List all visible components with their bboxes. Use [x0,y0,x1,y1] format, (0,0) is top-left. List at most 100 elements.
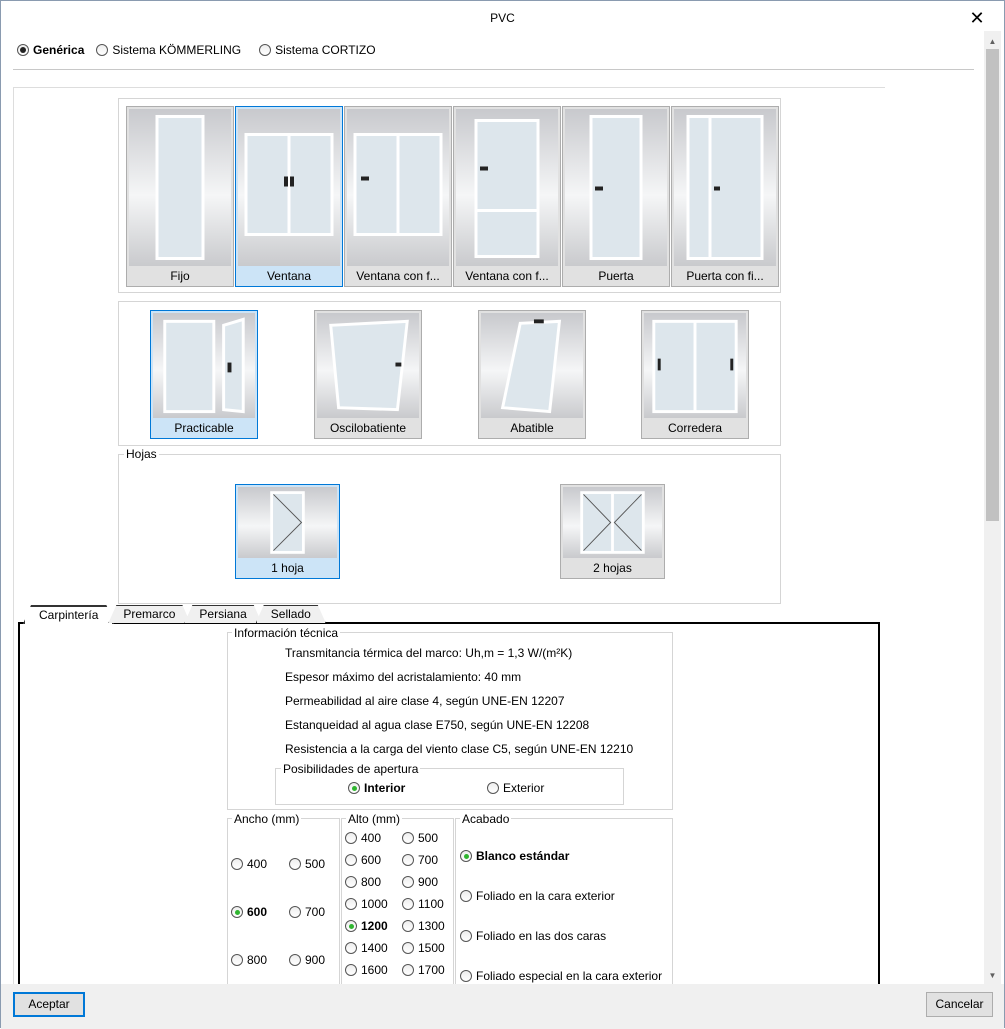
acabado-option[interactable]: Foliado en las dos caras [460,929,606,943]
alto-option[interactable]: 700 [402,853,438,867]
alto-option[interactable]: 1000 [345,897,388,911]
opening-tile[interactable]: Oscilobatiente [314,310,422,439]
option-label: 400 [361,831,382,845]
leaves-tile[interactable]: 2 hojas [560,484,665,579]
acabado-option[interactable]: Foliado especial en la cara exterior [460,969,662,983]
scroll-down-icon[interactable]: ▼ [984,967,1001,984]
leaves-tile[interactable]: 1 hoja [235,484,340,579]
radio-icon [460,930,472,942]
option-label: Sistema KÖMMERLING [112,43,242,57]
option-label: 800 [361,875,382,889]
tech-line: Permeabilidad al aire clase 4, según UNE… [285,694,565,708]
tile-label: Ventana [266,269,312,283]
scroll-thumb[interactable] [986,49,999,521]
option-label: Genérica [33,43,85,57]
tech-line: Espesor máximo del acristalamiento: 40 m… [285,670,522,684]
radio-icon [231,906,243,918]
fixed-icon [129,109,231,266]
radio-icon [96,44,109,56]
types-tile[interactable]: Ventana [235,106,343,287]
apertura-interior[interactable]: Interior [348,781,405,795]
two-leaves-icon [563,487,662,558]
acabado-option[interactable]: Blanco estándar [460,849,569,863]
opening-tile[interactable]: Corredera [641,310,749,439]
acabado-option[interactable]: Foliado en la cara exterior [460,889,615,903]
tile-label: Abatible [510,421,554,435]
option-label: 900 [418,875,439,889]
alto-option[interactable]: 1200 [345,919,388,933]
radio-icon [345,854,357,866]
alto-option[interactable]: 400 [345,831,381,845]
window-side-icon [347,109,449,266]
apertura-exterior[interactable]: Exterior [487,781,544,795]
alto-option[interactable]: 1300 [402,919,445,933]
radio-icon [402,832,414,844]
radio-icon [231,954,243,966]
acabado-legend: Acabado [460,812,512,826]
option-label: 800 [247,953,268,967]
alto-option[interactable]: 500 [402,831,438,845]
option-label: 1300 [418,919,445,933]
ancho-option[interactable]: 800 [231,953,267,967]
radio-icon [345,942,357,954]
accept-button[interactable]: Aceptar [13,992,85,1017]
radio-icon [259,44,272,56]
tech-info-legend: Información técnica [232,626,341,640]
tech-line: Transmitancia térmica del marco: Uh,m = … [285,646,573,660]
alto-option[interactable]: 1600 [345,963,388,977]
alto-option[interactable]: 1500 [402,941,445,955]
alto-option[interactable]: 1700 [402,963,445,977]
types-tile[interactable]: Puerta con fi... [671,106,779,287]
radio-icon [231,858,243,870]
close-icon[interactable]: ✕ [963,5,991,31]
option-label: 1200 [361,919,388,933]
button-bar [1,984,1004,1029]
cancel-button[interactable]: Cancelar [926,992,993,1017]
opening-tile[interactable]: Abatible [478,310,586,439]
casement-icon [153,313,255,418]
ancho-legend: Ancho (mm) [232,812,302,826]
tab-premarco[interactable]: Premarco [108,605,190,623]
ancho-option[interactable]: 600 [231,905,267,919]
system-option-generica[interactable]: Genérica [17,43,84,57]
tab-carpinteria[interactable]: Carpintería [23,605,114,624]
ancho-option[interactable]: 400 [231,857,267,871]
radio-icon [289,858,301,870]
option-label: 1600 [361,963,388,977]
system-option-kommerling[interactable]: Sistema KÖMMERLING [96,43,241,57]
alto-option[interactable]: 1400 [345,941,388,955]
alto-option[interactable]: 600 [345,853,381,867]
ancho-option[interactable]: 500 [289,857,325,871]
tile-label: 2 hojas [593,561,632,575]
option-label: 1000 [361,897,388,911]
option-label: 500 [305,857,326,871]
radio-icon [460,970,472,982]
option-label: Exterior [503,781,545,795]
radio-icon [460,850,472,862]
option-label: 400 [247,857,268,871]
types-tile[interactable]: Fijo [126,106,234,287]
scroll-up-icon[interactable]: ▲ [984,33,1001,50]
alto-option[interactable]: 800 [345,875,381,889]
ancho-option[interactable]: 700 [289,905,325,919]
opening-tile[interactable]: Practicable [150,310,258,439]
tile-label: Corredera [667,421,723,435]
types-tile[interactable]: Puerta [562,106,670,287]
system-option-cortizo[interactable]: Sistema CORTIZO [259,43,376,57]
radio-icon [17,44,29,56]
option-label: 1400 [361,941,388,955]
types-tile[interactable]: Ventana con f... [453,106,561,287]
tilt-icon [481,313,583,418]
ancho-option[interactable]: 900 [289,953,325,967]
alto-option[interactable]: 900 [402,875,438,889]
option-label: Foliado en la cara exterior [476,889,615,903]
radio-icon [289,954,301,966]
types-tile[interactable]: Ventana con f... [344,106,452,287]
tab-persiana[interactable]: Persiana [184,605,261,623]
radio-icon [460,890,472,902]
alto-option[interactable]: 1100 [402,897,444,911]
option-label: Interior [364,781,406,795]
tab-sellado[interactable]: Sellado [256,605,326,623]
leaves-group [118,454,781,604]
radio-icon [345,832,357,844]
